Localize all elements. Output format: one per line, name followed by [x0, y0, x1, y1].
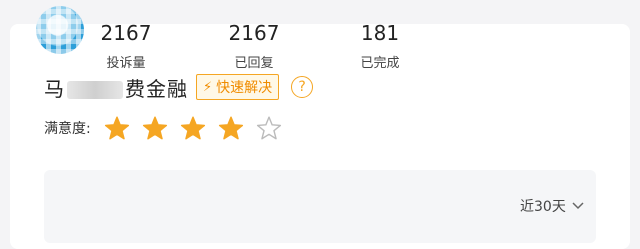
stat-label: 已完成: [360, 56, 400, 71]
star-filled-icon: [142, 116, 168, 140]
stat-value: 2167: [228, 21, 280, 45]
stat-label: 已回复: [234, 56, 274, 71]
redacted-text: [67, 81, 123, 99]
stats-panel: [44, 170, 596, 243]
star-empty-icon: [256, 116, 282, 140]
company-logo: [36, 6, 84, 54]
stat-label: 投诉量: [106, 56, 146, 71]
satisfaction-rating: 满意度:: [44, 114, 294, 142]
stat-completed[interactable]: 181 已完成: [340, 22, 420, 71]
period-dropdown[interactable]: 近30天: [520, 196, 584, 216]
stat-value: 2167: [100, 21, 152, 45]
company-name-prefix: 马: [44, 76, 65, 101]
star-rating: [104, 115, 294, 141]
question-circle-icon[interactable]: ?: [291, 76, 314, 98]
stat-value: 181: [360, 21, 400, 45]
company-name-suffix: 费金融: [125, 76, 188, 101]
quick-resolve-badge: ⚡ 快速解决: [196, 74, 280, 100]
rating-label: 满意度:: [44, 121, 91, 137]
stat-replied[interactable]: 2167 已回复: [214, 22, 294, 71]
star-filled-icon: [180, 116, 206, 140]
lightning-icon: ⚡: [203, 79, 213, 95]
star-filled-icon: [104, 116, 130, 140]
company-name: 马 费金融: [44, 73, 188, 102]
badge-label: 快速解决: [216, 80, 273, 96]
stat-complaints[interactable]: 2167 投诉量: [86, 22, 166, 71]
company-header: 马 费金融 ⚡ 快速解决 ?: [44, 72, 314, 102]
star-filled-icon: [218, 116, 244, 140]
chevron-down-icon: [572, 202, 584, 210]
period-label: 近30天: [520, 199, 566, 215]
